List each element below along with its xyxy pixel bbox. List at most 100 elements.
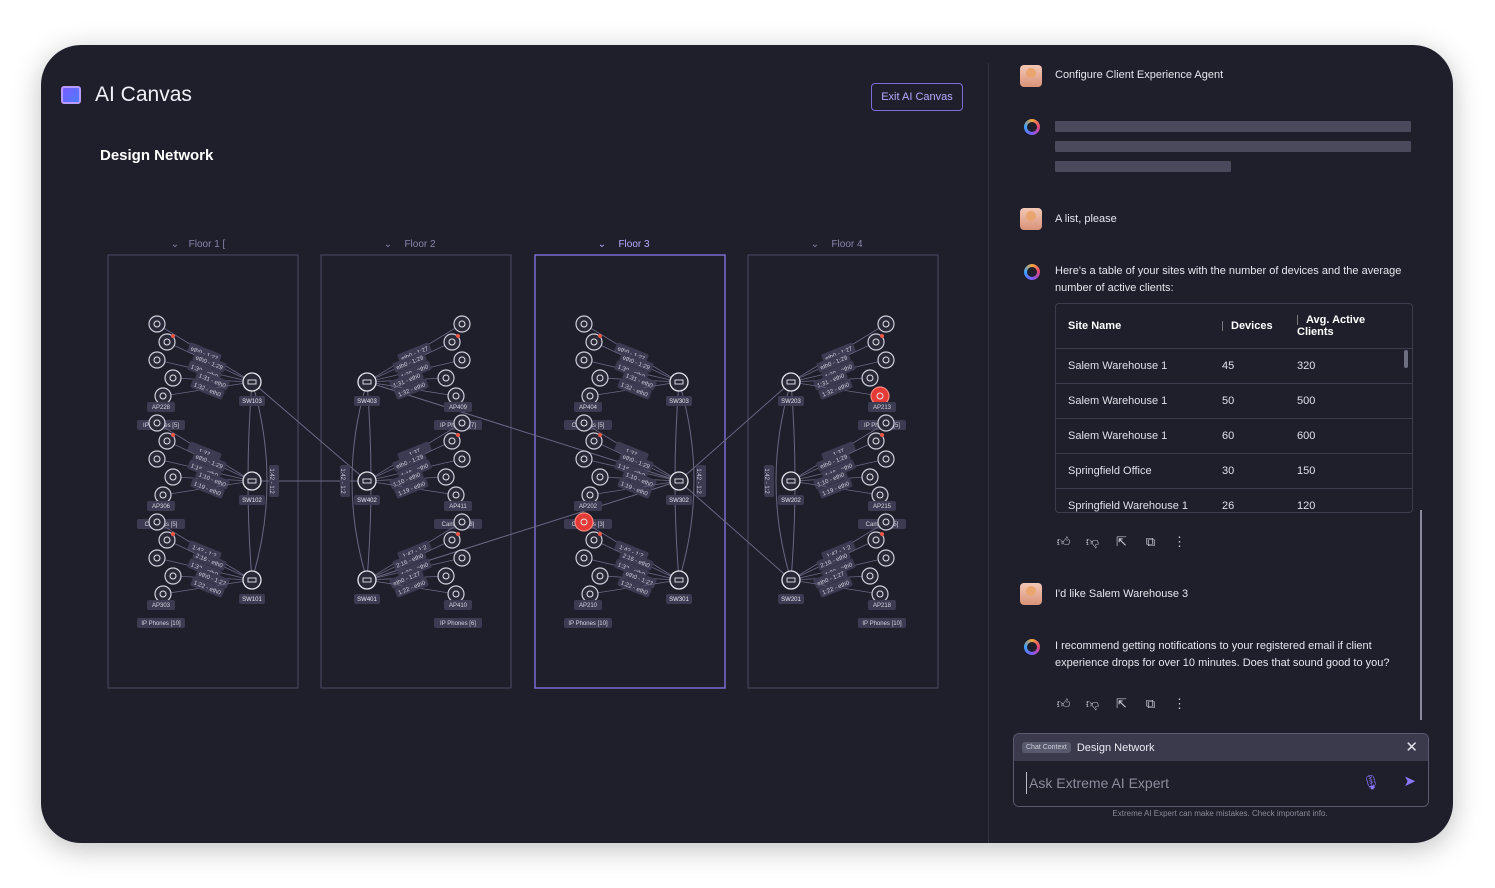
access-point-icon[interactable]	[148, 315, 166, 333]
more-icon[interactable]: ⋮	[1171, 695, 1188, 712]
user-avatar	[1020, 208, 1042, 230]
access-point-icon[interactable]	[575, 351, 593, 369]
access-point-icon[interactable]	[453, 414, 471, 432]
access-point-icon[interactable]	[453, 351, 471, 369]
share-icon[interactable]: ⇱	[1113, 695, 1130, 712]
switch-label: SW201	[781, 597, 801, 603]
access-point-icon[interactable]	[591, 468, 609, 486]
access-point-icon[interactable]	[148, 450, 166, 468]
ap-label: AP410	[449, 603, 468, 609]
table-row[interactable]: Salem Warehouse 1 60 600	[1056, 419, 1412, 454]
column-header[interactable]: Site Name	[1056, 320, 1210, 332]
thumbs-down-icon[interactable]: 👎︎	[1084, 533, 1101, 550]
access-point-icon[interactable]	[453, 450, 471, 468]
microphone-icon[interactable]: 🎙︎	[1362, 774, 1380, 791]
access-point-icon[interactable]	[148, 513, 166, 531]
access-point-icon[interactable]	[148, 414, 166, 432]
column-header[interactable]: Devices	[1210, 320, 1285, 332]
access-point-icon[interactable]	[447, 585, 465, 603]
access-point-icon[interactable]	[877, 513, 895, 531]
sites-table: Site Name Devices Avg. Active Clients Sa…	[1055, 303, 1413, 513]
access-point-icon[interactable]	[861, 567, 879, 585]
share-icon[interactable]: ⇱	[1113, 533, 1130, 550]
switch-icon[interactable]	[781, 570, 801, 590]
access-point-icon[interactable]	[581, 585, 599, 603]
switch-icon[interactable]	[357, 372, 377, 392]
access-point-icon[interactable]	[154, 387, 172, 405]
chevron-down-icon: ⌄	[171, 239, 179, 250]
access-point-icon[interactable]	[877, 414, 895, 432]
access-point-icon[interactable]	[877, 450, 895, 468]
access-point-icon[interactable]	[437, 468, 455, 486]
switch-label: SW102	[242, 498, 262, 504]
switch-icon[interactable]	[357, 570, 377, 590]
access-point-icon[interactable]	[871, 585, 889, 603]
table-scrollbar[interactable]	[1404, 350, 1408, 368]
network-link[interactable]	[678, 480, 792, 581]
switch-icon[interactable]	[242, 570, 262, 590]
status-dot	[880, 334, 884, 338]
column-header[interactable]: Avg. Active Clients	[1285, 314, 1395, 338]
access-point-icon[interactable]	[453, 513, 471, 531]
more-icon[interactable]: ⋮	[1171, 533, 1188, 550]
switch-icon[interactable]	[357, 471, 377, 491]
thumbs-up-icon[interactable]: 👍︎	[1055, 533, 1072, 550]
access-point-icon[interactable]	[591, 567, 609, 585]
ai-message: Here's a table of your sites with the nu…	[1055, 265, 1402, 294]
device-group-label: IP Phones [6]	[440, 621, 476, 627]
access-point-icon[interactable]	[581, 387, 599, 405]
table-row[interactable]: Springfield Office 30 150	[1056, 454, 1412, 489]
switch-icon[interactable]	[781, 471, 801, 491]
close-icon[interactable]: ✕	[1405, 738, 1418, 756]
switch-icon[interactable]	[781, 372, 801, 392]
access-point-icon[interactable]	[861, 468, 879, 486]
access-point-icon[interactable]	[447, 486, 465, 504]
access-point-icon[interactable]	[154, 585, 172, 603]
access-point-icon[interactable]	[877, 549, 895, 567]
access-point-icon[interactable]	[447, 387, 465, 405]
switch-icon[interactable]	[669, 570, 689, 590]
alert-device-icon[interactable]	[574, 512, 594, 532]
access-point-icon[interactable]	[575, 414, 593, 432]
switch-icon[interactable]	[242, 471, 262, 491]
access-point-icon[interactable]	[581, 486, 599, 504]
access-point-icon[interactable]	[164, 369, 182, 387]
switch-icon[interactable]	[669, 471, 689, 491]
chat-scrollbar[interactable]	[1420, 510, 1422, 720]
ap-label: AP213	[873, 405, 892, 411]
table-row[interactable]: Salem Warehouse 1 45 320	[1056, 349, 1412, 384]
access-point-icon[interactable]	[861, 369, 879, 387]
access-point-icon[interactable]	[453, 315, 471, 333]
access-point-icon[interactable]	[591, 369, 609, 387]
access-point-icon[interactable]	[877, 351, 895, 369]
floor-label: Floor 2	[404, 239, 436, 250]
copy-icon[interactable]: ⧉	[1142, 695, 1159, 712]
ap-label: AP215	[873, 504, 892, 510]
table-cell: 320	[1297, 360, 1316, 372]
access-point-icon[interactable]	[575, 450, 593, 468]
switch-icon[interactable]	[242, 372, 262, 392]
access-point-icon[interactable]	[877, 315, 895, 333]
network-link[interactable]	[678, 381, 792, 482]
access-point-icon[interactable]	[164, 468, 182, 486]
ap-label: AP228	[152, 405, 171, 411]
access-point-icon[interactable]	[575, 549, 593, 567]
chat-panel: Configure Client Experience Agent A list…	[989, 45, 1453, 843]
access-point-icon[interactable]	[437, 369, 455, 387]
access-point-icon[interactable]	[164, 567, 182, 585]
thumbs-up-icon[interactable]: 👍︎	[1055, 695, 1072, 712]
table-row[interactable]: Springfield Warehouse 1 26 120	[1056, 489, 1412, 512]
access-point-icon[interactable]	[148, 549, 166, 567]
access-point-icon[interactable]	[871, 486, 889, 504]
copy-icon[interactable]: ⧉	[1142, 533, 1159, 550]
access-point-icon[interactable]	[154, 486, 172, 504]
chat-input[interactable]	[1026, 772, 1351, 794]
thumbs-down-icon[interactable]: 👎︎	[1084, 695, 1101, 712]
access-point-icon[interactable]	[437, 567, 455, 585]
access-point-icon[interactable]	[575, 315, 593, 333]
switch-icon[interactable]	[669, 372, 689, 392]
access-point-icon[interactable]	[453, 549, 471, 567]
access-point-icon[interactable]	[148, 351, 166, 369]
send-icon[interactable]: ➤	[1403, 772, 1416, 790]
table-row[interactable]: Salem Warehouse 1 50 500	[1056, 384, 1412, 419]
